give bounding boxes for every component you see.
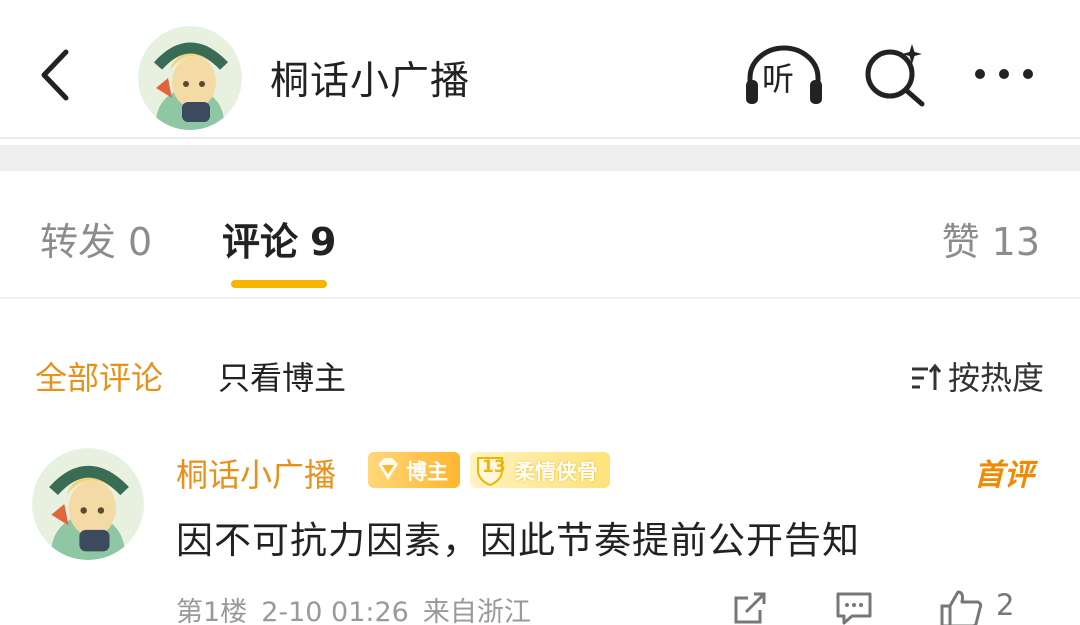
active-tab-indicator <box>231 280 327 288</box>
listen-button[interactable]: 听 <box>742 40 826 110</box>
thumbs-up-icon <box>940 590 983 625</box>
first-comment-tag: 首评 <box>974 458 1034 493</box>
comment-item: 桐话小广播 博主 13 柔情侠骨 首评 因不可抗力因素，因此节奏提前公开告知 第… <box>0 430 1080 625</box>
tab-likes[interactable]: 赞 13 <box>942 211 1040 266</box>
author-badge: 博主 <box>368 452 460 488</box>
fan-level-number: 13 <box>482 457 506 477</box>
share-button[interactable] <box>730 588 770 625</box>
reply-icon <box>836 592 872 625</box>
comment-actions: 2 <box>730 588 1050 625</box>
reply-button[interactable] <box>834 588 874 625</box>
tab-comments[interactable]: 评论 9 <box>222 211 336 266</box>
more-dots-icon <box>975 69 1033 79</box>
share-icon <box>734 592 766 624</box>
filter-author-only[interactable]: 只看博主 <box>218 353 346 399</box>
comment-avatar[interactable] <box>32 448 144 560</box>
sort-by-hot-button[interactable]: 按热度 <box>910 353 1044 399</box>
tab-reposts-count: 0 <box>128 220 153 264</box>
tab-comments-label: 评论 <box>222 220 299 264</box>
diamond-icon <box>378 458 398 480</box>
fan-level-badge[interactable]: 13 柔情侠骨 <box>470 452 610 488</box>
tab-likes-count: 13 <box>991 220 1040 264</box>
tab-reposts[interactable]: 转发 0 <box>40 211 152 266</box>
comment-meta: 第1楼 2-10 01:26 来自浙江 <box>176 590 545 625</box>
like-button[interactable]: 2 <box>938 588 1014 625</box>
comment-text: 因不可抗力因素，因此节奏提前公开告知 <box>176 519 860 562</box>
tab-reposts-label: 转发 <box>40 220 117 264</box>
search-sparkle-icon <box>865 44 925 107</box>
sort-label: 按热度 <box>947 359 1044 397</box>
fan-level-name: 柔情侠骨 <box>514 460 598 484</box>
like-count: 2 <box>996 588 1015 622</box>
tab-comments-count: 9 <box>310 220 337 264</box>
filter-all-comments[interactable]: 全部评论 <box>35 353 163 399</box>
more-button[interactable] <box>966 52 1042 96</box>
header-avatar[interactable] <box>138 26 242 130</box>
tab-likes-label: 赞 <box>941 220 980 264</box>
comment-filter-row: 全部评论 只看博主 按热度 <box>0 300 1080 420</box>
comment-page: 桐话小广播 听 转发 0 评论 9 赞 13 全部评论 只看博主 按热度 桐话小… <box>0 0 1080 625</box>
back-arrow-icon <box>41 49 69 101</box>
author-badge-label: 博主 <box>406 460 448 484</box>
top-nav-bar: 桐话小广播 听 <box>0 0 1080 139</box>
search-button[interactable] <box>858 40 934 110</box>
comment-floor: 第1楼 <box>176 597 248 625</box>
page-title: 桐话小广播 <box>270 59 471 104</box>
tab-bar: 转发 0 评论 9 赞 13 <box>0 171 1080 299</box>
back-button[interactable] <box>30 40 86 110</box>
comment-time: 2-10 01:26 <box>261 597 409 625</box>
sort-icon <box>911 363 942 390</box>
section-divider <box>0 145 1080 171</box>
listen-label: 听 <box>762 60 795 98</box>
comment-location: 来自浙江 <box>422 597 531 625</box>
comment-author-name[interactable]: 桐话小广播 <box>176 450 336 496</box>
